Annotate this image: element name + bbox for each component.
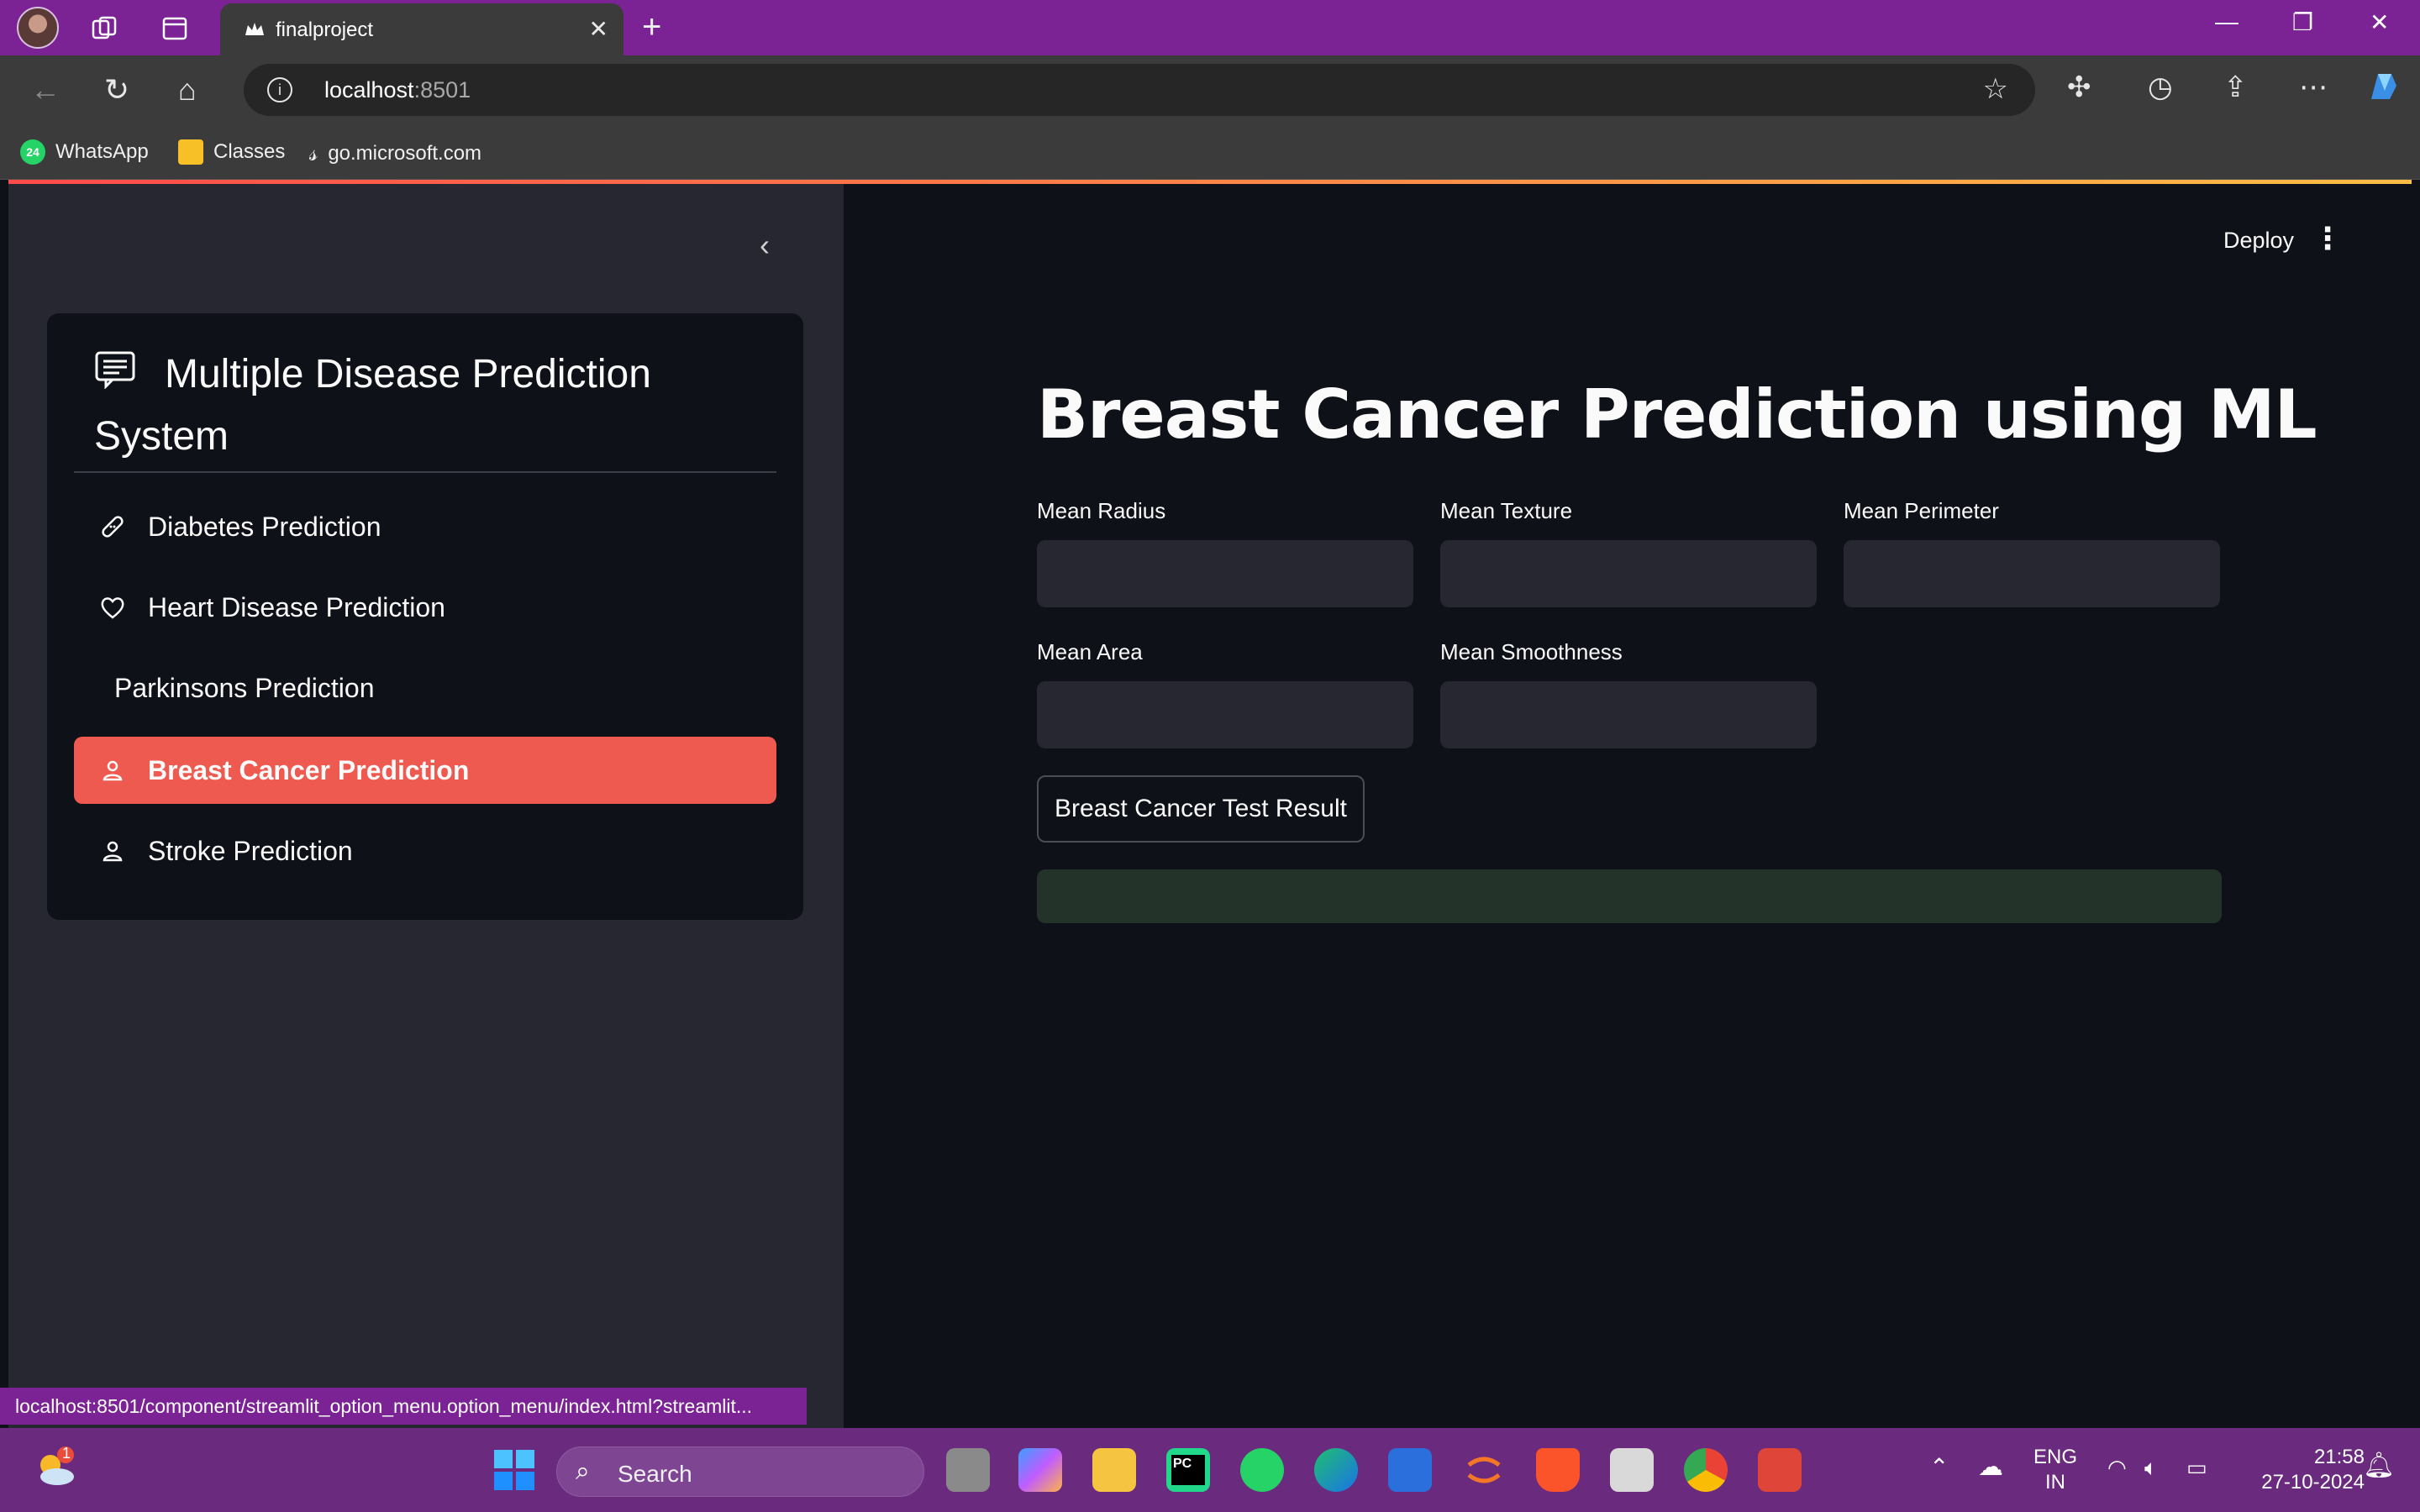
history-icon[interactable]: ◷: [2148, 71, 2173, 104]
pycharm-icon[interactable]: PC: [1166, 1448, 1210, 1492]
mean-perimeter-label: Mean Perimeter: [1844, 498, 1999, 523]
onedrive-icon[interactable]: ☁: [1978, 1455, 2003, 1480]
url-text: localhost:8501: [324, 77, 471, 102]
classroom-icon: [178, 139, 203, 165]
start-icon[interactable]: [492, 1448, 536, 1492]
mean-area-input[interactable]: [1037, 681, 1413, 748]
browser-titlebar: finalproject ✕ + — ❐ ✕: [0, 0, 2420, 55]
edge-icon[interactable]: [1314, 1448, 1358, 1492]
mean-texture-input[interactable]: [1440, 540, 1817, 607]
whatsapp-taskbar-icon[interactable]: [1240, 1448, 1284, 1492]
option-menu: Multiple Disease Prediction System Diabe…: [47, 313, 803, 920]
language-indicator[interactable]: ENG IN: [2033, 1445, 2077, 1495]
person-icon: [99, 837, 126, 864]
new-tab-icon[interactable]: +: [642, 8, 661, 46]
extensions-icon[interactable]: ✣: [2067, 71, 2091, 104]
heart-icon: [99, 594, 126, 621]
copilot-taskbar-icon[interactable]: [1018, 1448, 1062, 1492]
weather-icon[interactable]: 1: [30, 1443, 74, 1487]
menu-item-breast-cancer[interactable]: Breast Cancer Prediction: [74, 737, 776, 804]
bookmark-whatsapp[interactable]: 24 WhatsApp: [20, 139, 149, 165]
file-explorer-icon[interactable]: [1092, 1448, 1136, 1492]
bookmarks-bar: 24 WhatsApp Classes 𝓈 go.microsoft.com: [0, 124, 2420, 180]
search-icon: ⌕: [576, 1457, 590, 1485]
mean-texture-label: Mean Texture: [1440, 498, 1573, 523]
reload-icon[interactable]: ↻: [104, 72, 129, 108]
notification-bell-icon[interactable]: 🔔︎: [2363, 1453, 2395, 1478]
volume-icon[interactable]: 🔈︎: [2144, 1455, 2158, 1480]
more-options-icon[interactable]: ⋯: [2299, 71, 2328, 104]
chrome-icon[interactable]: [1684, 1448, 1728, 1492]
result-success-box: [1037, 869, 2222, 923]
deploy-button[interactable]: Deploy: [2223, 228, 2294, 254]
workspaces-icon[interactable]: [86, 10, 123, 47]
battery-icon[interactable]: ▭: [2186, 1455, 2207, 1480]
person-icon: [99, 757, 126, 784]
link-status-bar: localhost:8501/component/streamlit_optio…: [0, 1388, 807, 1425]
site-info-icon[interactable]: i: [267, 77, 292, 102]
mean-radius-label: Mean Radius: [1037, 498, 1166, 523]
menu-item-heart-disease[interactable]: Heart Disease Prediction: [74, 574, 776, 641]
mean-smoothness-input[interactable]: [1440, 681, 1817, 748]
menu-item-parkinsons[interactable]: Parkinsons Prediction: [74, 654, 776, 722]
breast-cancer-test-result-button[interactable]: Breast Cancer Test Result: [1037, 775, 1365, 843]
clock[interactable]: 21:58 27-10-2024: [2238, 1445, 2365, 1495]
mean-radius-input[interactable]: [1037, 540, 1413, 607]
tray-overflow-icon[interactable]: ⌃: [1929, 1455, 1949, 1480]
minimize-icon[interactable]: —: [2215, 8, 2238, 35]
task-view-icon[interactable]: [946, 1448, 990, 1492]
mean-smoothness-label: Mean Smoothness: [1440, 639, 1623, 664]
streamlit-favicon-icon: [244, 20, 266, 39]
menu-title: Multiple Disease Prediction System: [94, 352, 651, 459]
mean-perimeter-input[interactable]: [1844, 540, 2220, 607]
window-close-icon[interactable]: ✕: [2370, 8, 2389, 36]
home-icon[interactable]: ⌂: [178, 72, 197, 108]
menu-divider: [74, 471, 776, 473]
menu-item-diabetes[interactable]: Diabetes Prediction: [74, 493, 776, 560]
jupyter-icon[interactable]: [1462, 1448, 1506, 1492]
address-toolbar: ← ↻ ⌂ i localhost:8501 ☆ ✣ ◷ ⇪ ⋯: [0, 55, 2420, 124]
bookmark-go-microsoft[interactable]: 𝓈 go.microsoft.com: [309, 139, 481, 167]
main-content: Deploy ⋮ Breast Cancer Prediction using …: [844, 184, 2412, 1428]
windows-taskbar: 1 ⌕ Search PC ⌃ ☁ ENG IN ◠ 🔈︎ ▭ 21:58 27…: [0, 1428, 2420, 1512]
address-bar[interactable]: i localhost:8501 ☆: [244, 64, 2035, 116]
browser-tab[interactable]: finalproject ✕: [220, 3, 623, 55]
sidebar: ‹ Multiple Disease Prediction System Dia…: [8, 184, 844, 1428]
tab-close-icon[interactable]: ✕: [589, 15, 608, 43]
favorite-star-icon[interactable]: ☆: [1983, 72, 2008, 106]
recorder-icon[interactable]: [1758, 1448, 1802, 1492]
back-icon[interactable]: ←: [30, 72, 60, 108]
tab-title: finalproject: [276, 18, 374, 41]
taskbar-search[interactable]: ⌕ Search: [556, 1446, 924, 1497]
brave-icon[interactable]: [1536, 1448, 1580, 1492]
mean-area-label: Mean Area: [1037, 639, 1143, 664]
store-icon[interactable]: [1388, 1448, 1432, 1492]
link-favicon-icon: 𝓈: [309, 139, 318, 165]
bookmark-classes[interactable]: Classes: [178, 139, 285, 165]
mail-icon[interactable]: [1610, 1448, 1654, 1492]
restore-icon[interactable]: ❐: [2292, 8, 2313, 36]
tab-actions-icon[interactable]: [156, 10, 193, 47]
share-icon[interactable]: ⇪: [2223, 71, 2248, 104]
menu-item-stroke[interactable]: Stroke Prediction: [74, 817, 776, 885]
main-menu-icon[interactable]: ⋮: [2312, 221, 2343, 256]
collapse-sidebar-icon[interactable]: ‹: [760, 228, 770, 263]
profile-avatar[interactable]: [17, 7, 59, 49]
wifi-icon[interactable]: ◠: [2107, 1455, 2127, 1480]
page-title: Breast Cancer Prediction using ML: [1037, 375, 2317, 454]
bandaid-icon: [99, 513, 126, 540]
copilot-icon[interactable]: [2363, 66, 2405, 115]
whatsapp-icon: 24: [20, 139, 45, 165]
